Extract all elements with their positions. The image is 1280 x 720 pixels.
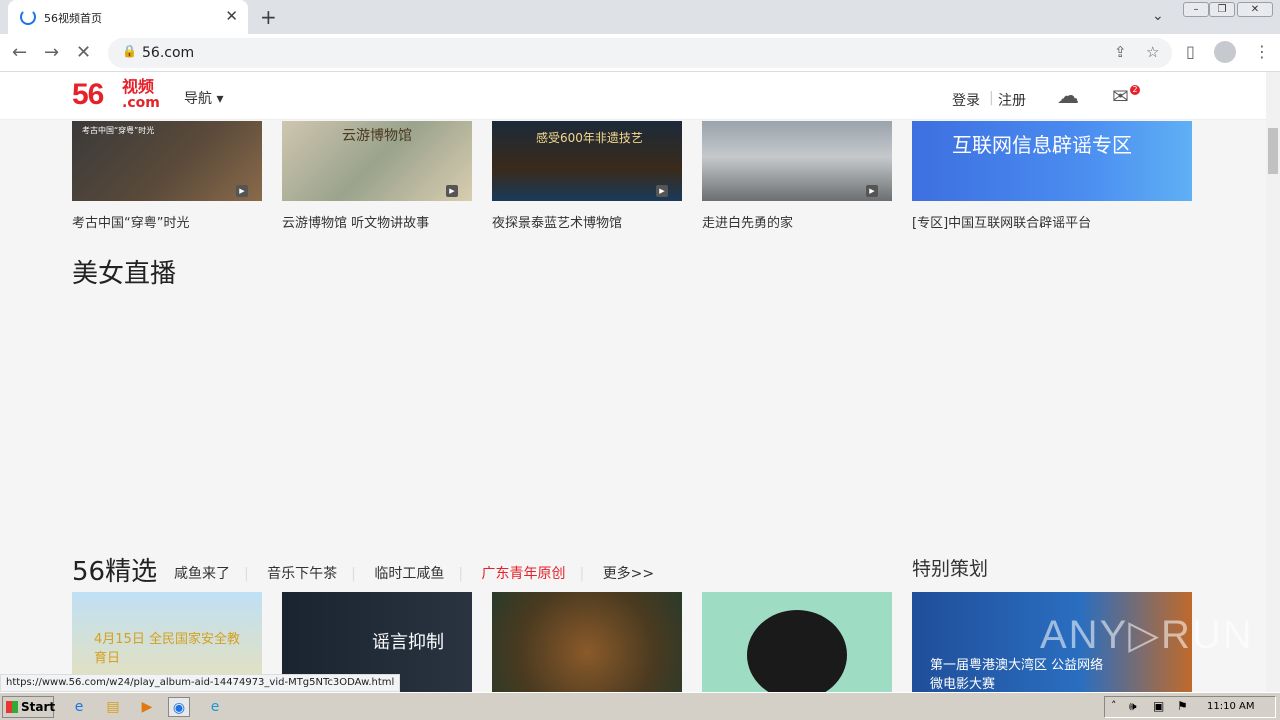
video-thumbnail[interactable]: 云游博物馆 ▶ — [282, 121, 472, 201]
upload-cloud-icon[interactable]: ☁ — [1057, 84, 1079, 109]
video-card[interactable]: 互联网信息辟谣专区 [专区]中国互联网联合辟谣平台 — [912, 121, 1192, 231]
volume-icon[interactable]: 🕪 — [1129, 699, 1137, 714]
select-tab[interactable]: 临时工咸鱼 — [374, 566, 444, 582]
stop-loading-icon[interactable]: ✕ — [76, 42, 91, 63]
forward-icon[interactable]: → — [44, 42, 59, 63]
select-tab[interactable]: 音乐下午茶 — [267, 566, 337, 582]
tab-search-chevron-icon[interactable]: ⌄ — [1152, 8, 1164, 24]
video-thumbnail[interactable] — [702, 592, 892, 692]
ie-icon[interactable]: e — [68, 697, 90, 717]
play-icon: ▶ — [656, 185, 668, 197]
thumb-text: 4月15日 全民国家安全教育日 — [94, 632, 240, 666]
browser-tab-strip: 56视频首页 ✕ + ⌄ – ❐ ✕ — [0, 0, 1280, 34]
video-thumbnail[interactable]: ▶ — [702, 121, 892, 201]
select-tab-active[interactable]: 广东青年原创 — [482, 566, 566, 582]
taskbar: Start e ▤ ▶ ◉ e ˄ 🕪 ▣ ⚑ 11:10 AM — [0, 692, 1280, 720]
loading-spinner-icon — [20, 9, 36, 25]
tray-expand-icon[interactable]: ˄ — [1111, 699, 1117, 712]
section-title-select: 56精选 — [72, 557, 158, 587]
select-tabs: 咸鱼来了 | 音乐下午茶 | 临时工咸鱼 | 广东青年原创 | 更多>> — [174, 566, 655, 582]
thumb-text: 云游博物馆 — [342, 128, 412, 144]
video-card[interactable]: 云游博物馆 ▶ 云游博物馆 听文物讲故事 — [282, 121, 472, 231]
divider: | — [989, 90, 994, 106]
network-icon[interactable]: ▣ — [1153, 699, 1164, 713]
minimize-button[interactable]: – — [1183, 2, 1209, 17]
side-panel-icon[interactable]: ▯ — [1186, 42, 1195, 61]
start-button[interactable]: Start — [2, 696, 56, 718]
menu-kebab-icon[interactable]: ⋮ — [1254, 42, 1270, 61]
thumb-text: 第一届粤港澳大湾区 公益网络微电影大赛 — [930, 658, 1104, 692]
browser-toolbar: ← → ✕ 🔒 56.com ⇪ ☆ ▯ ⋮ — [0, 34, 1280, 72]
lock-icon: 🔒 — [122, 44, 137, 58]
windows-flag-icon — [6, 701, 18, 713]
close-window-button[interactable]: ✕ — [1237, 2, 1273, 17]
play-icon: ▶ — [236, 185, 248, 197]
cartoon-character — [747, 610, 847, 692]
login-link[interactable]: 登录 — [952, 90, 980, 110]
mail-badge: 2 — [1130, 85, 1140, 95]
video-caption[interactable]: 走进白先勇的家 — [702, 212, 892, 231]
video-caption[interactable]: 云游博物馆 听文物讲故事 — [282, 212, 472, 231]
play-icon: ▶ — [446, 185, 458, 197]
edge-icon[interactable]: e — [204, 697, 226, 717]
video-caption[interactable]: 考古中国“穿粤”时光 — [72, 212, 262, 231]
vertical-scrollbar[interactable] — [1266, 72, 1280, 692]
status-url: https://www.56.com/w24/play_album-aid-14… — [0, 674, 401, 692]
back-icon[interactable]: ← — [12, 42, 27, 63]
section-title-special: 特别策划 — [912, 558, 989, 580]
start-label: Start — [21, 700, 56, 714]
new-tab-button[interactable]: + — [260, 5, 277, 29]
flag-icon[interactable]: ⚑ — [1177, 699, 1188, 713]
scrollbar-thumb[interactable] — [1268, 128, 1278, 174]
watermark: ANY▷RUN — [1040, 613, 1254, 657]
play-icon: ▶ — [866, 185, 878, 197]
video-card[interactable]: ▶ 走进白先勇的家 — [702, 121, 892, 231]
logo-cn[interactable]: 视频 — [122, 79, 154, 95]
video-thumbnail[interactable]: 互联网信息辟谣专区 — [912, 121, 1192, 201]
thumb-text: 感受600年非遗技艺 — [536, 131, 643, 145]
tab-close-icon[interactable]: ✕ — [225, 7, 238, 25]
share-icon[interactable]: ⇪ — [1114, 43, 1127, 61]
site-header: 56 视频 .com 导航 ▾ 登录 | 注册 ☁ ✉ 2 — [0, 72, 1266, 120]
chrome-icon[interactable]: ◉ — [168, 697, 190, 717]
address-bar[interactable]: 🔒 56.com ⇪ ☆ — [108, 38, 1172, 68]
section-title-live: 美女直播 — [72, 259, 177, 289]
video-card[interactable]: 感受600年非遗技艺 ▶ 夜探景泰蓝艺术博物馆 — [492, 121, 682, 231]
nav-menu[interactable]: 导航 ▾ — [184, 88, 223, 108]
logo-com[interactable]: .com — [122, 95, 160, 111]
media-player-icon[interactable]: ▶ — [136, 697, 158, 717]
tab-56-home[interactable]: 56视频首页 ✕ — [8, 0, 248, 34]
video-thumbnail[interactable]: 考古中国“穿粤”时光 ▶ — [72, 121, 262, 201]
folder-icon[interactable]: ▤ — [102, 697, 124, 717]
thumb-text: 谣言抑制 — [372, 632, 444, 653]
thumb-text: 考古中国“穿粤”时光 — [82, 126, 155, 135]
register-link[interactable]: 注册 — [998, 90, 1026, 110]
mail-icon[interactable]: ✉ — [1112, 84, 1129, 108]
video-caption[interactable]: [专区]中国互联网联合辟谣平台 — [912, 212, 1192, 231]
more-link[interactable]: 更多>> — [603, 566, 654, 582]
video-thumbnail[interactable]: 感受600年非遗技艺 ▶ — [492, 121, 682, 201]
main-content: 考古中国“穿粤”时光 ▶ 考古中国“穿粤”时光 云游博物馆 ▶ 云游博物馆 听文… — [0, 121, 1266, 692]
tab-title: 56视频首页 — [44, 12, 102, 25]
video-card[interactable]: 考古中国“穿粤”时光 ▶ 考古中国“穿粤”时光 — [72, 121, 262, 231]
video-thumbnail[interactable] — [492, 592, 682, 692]
bookmark-star-icon[interactable]: ☆ — [1146, 43, 1159, 61]
url-text[interactable]: 56.com — [142, 45, 194, 61]
clock: 11:10 AM — [1207, 701, 1255, 712]
select-tab[interactable]: 咸鱼来了 — [174, 566, 230, 582]
logo[interactable]: 56 — [72, 78, 104, 112]
thumb-text: 互联网信息辟谣专区 — [952, 133, 1132, 157]
restore-button[interactable]: ❐ — [1209, 2, 1235, 17]
profile-avatar-icon[interactable] — [1214, 41, 1236, 63]
video-caption[interactable]: 夜探景泰蓝艺术博物馆 — [492, 212, 682, 231]
